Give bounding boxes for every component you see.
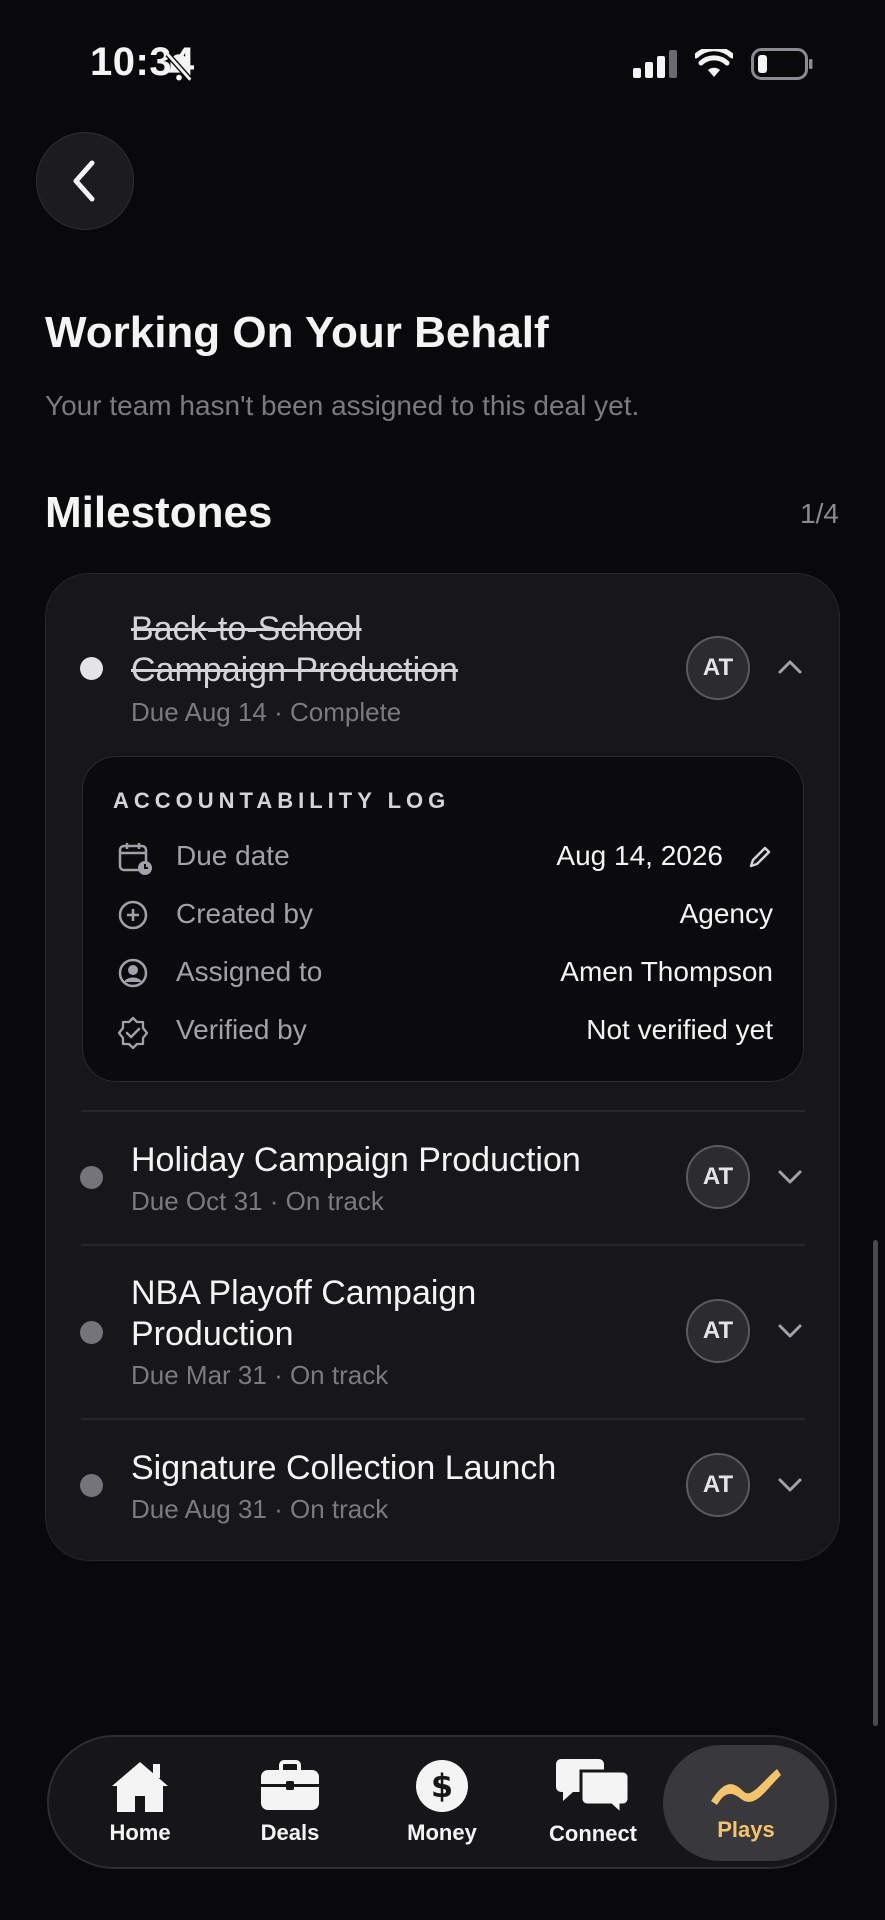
milestone-meta: Due Mar 31 · On track bbox=[131, 1360, 389, 1390]
avatar: AT bbox=[686, 1145, 750, 1209]
milestone-title: NBA Playoff Campaign bbox=[131, 1274, 477, 1312]
plus-circle-icon bbox=[117, 899, 149, 936]
milestone-meta: Due Aug 14 · Complete bbox=[131, 697, 402, 727]
milestone-title: Back-to-School bbox=[131, 610, 362, 648]
log-label-assigned-to: Assigned to bbox=[176, 956, 323, 987]
log-value-created-by: Agency bbox=[679, 898, 773, 929]
tab-label: Deals bbox=[260, 1820, 320, 1845]
scrollbar[interactable] bbox=[873, 1240, 878, 1726]
back-button[interactable] bbox=[36, 132, 134, 230]
briefcase-icon bbox=[261, 1760, 319, 1810]
avatar: AT bbox=[686, 1299, 750, 1363]
user-circle-icon bbox=[117, 957, 149, 994]
tab-connect[interactable]: Connect bbox=[540, 1735, 646, 1869]
tab-label: Money bbox=[407, 1820, 477, 1845]
status-icons bbox=[633, 48, 813, 80]
tab-label: Home bbox=[109, 1820, 171, 1845]
wifi-icon bbox=[695, 49, 733, 77]
avatar: AT bbox=[686, 1453, 750, 1517]
milestone-meta: Due Oct 31 · On track bbox=[131, 1186, 384, 1216]
plays-icon bbox=[711, 1769, 781, 1805]
tab-label: Connect bbox=[549, 1821, 637, 1846]
chevron-left-icon bbox=[73, 160, 95, 202]
tab-deals[interactable]: Deals bbox=[240, 1735, 340, 1869]
status-dot bbox=[80, 1474, 103, 1497]
milestone-title: Holiday Campaign Production bbox=[131, 1141, 581, 1179]
tab-label: Plays bbox=[717, 1817, 775, 1842]
home-icon bbox=[112, 1762, 168, 1812]
cellular-signal-icon bbox=[633, 50, 677, 78]
log-label-verified-by: Verified by bbox=[176, 1014, 307, 1045]
milestone-meta: Due Aug 31 · On track bbox=[131, 1494, 389, 1524]
pencil-icon[interactable] bbox=[746, 843, 774, 876]
chevron-up-icon[interactable] bbox=[776, 655, 804, 684]
divider bbox=[81, 1418, 805, 1420]
silent-bell-icon bbox=[162, 50, 196, 89]
milestone-title-line2: Campaign Production bbox=[131, 651, 458, 689]
page-title: Working On Your Behalf bbox=[45, 308, 549, 357]
tab-plays[interactable]: Plays bbox=[696, 1735, 796, 1869]
avatar: AT bbox=[686, 636, 750, 700]
log-label-due-date: Due date bbox=[176, 840, 290, 871]
chevron-down-icon[interactable] bbox=[776, 1473, 804, 1502]
chat-bubbles-icon bbox=[556, 1759, 631, 1815]
milestones-title: Milestones bbox=[45, 488, 273, 537]
log-value-due-date: Aug 14, 2026 bbox=[556, 840, 723, 871]
dollar-icon: $ bbox=[416, 1760, 468, 1812]
log-value-assigned-to: Amen Thompson bbox=[560, 956, 773, 987]
tab-home[interactable]: Home bbox=[90, 1735, 190, 1869]
tab-money[interactable]: $ Money bbox=[392, 1735, 492, 1869]
status-dot bbox=[80, 1166, 103, 1189]
log-label-created-by: Created by bbox=[176, 898, 313, 929]
page-subtitle: Your team hasn't been assigned to this d… bbox=[45, 390, 640, 421]
milestones-count: 1/4 bbox=[800, 498, 839, 529]
log-heading: ACCOUNTABILITY LOG bbox=[113, 788, 451, 813]
calendar-clock-icon bbox=[117, 840, 153, 881]
log-value-verified-by: Not verified yet bbox=[586, 1014, 773, 1045]
chevron-down-icon[interactable] bbox=[776, 1319, 804, 1348]
svg-text:$: $ bbox=[431, 1767, 453, 1805]
chevron-down-icon[interactable] bbox=[776, 1165, 804, 1194]
battery-icon bbox=[751, 48, 813, 80]
divider bbox=[81, 1110, 805, 1112]
divider bbox=[81, 1244, 805, 1246]
milestone-title-line2: Production bbox=[131, 1315, 294, 1353]
status-dot bbox=[80, 657, 103, 680]
status-dot bbox=[80, 1321, 103, 1344]
badge-check-icon bbox=[115, 1015, 151, 1056]
milestone-title: Signature Collection Launch bbox=[131, 1449, 557, 1487]
